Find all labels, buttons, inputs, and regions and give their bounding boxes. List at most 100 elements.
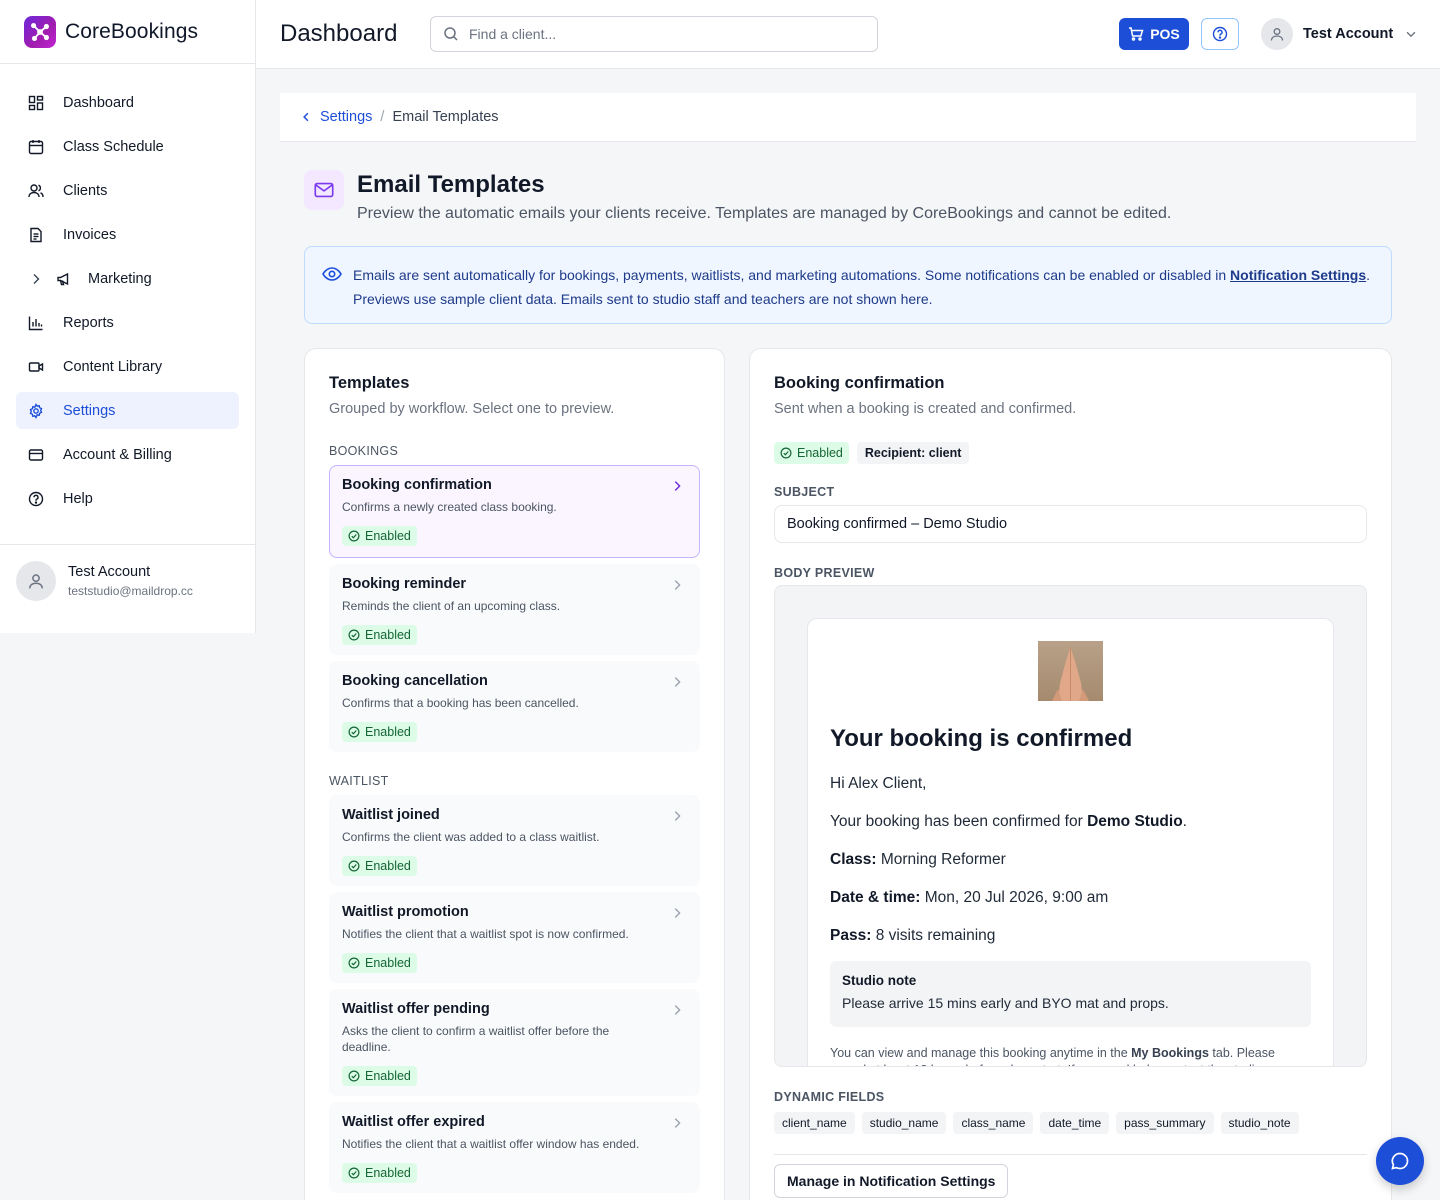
chevron-right-icon xyxy=(670,578,684,592)
check-circle-icon xyxy=(348,530,360,542)
sidebar-user[interactable]: Test Account teststudio@maildrop.cc xyxy=(0,544,255,617)
account-name: Test Account xyxy=(1303,26,1394,42)
credit-card-icon xyxy=(28,447,44,463)
template-item-waitlist-promotion[interactable]: Waitlist promotion Notifies the client t… xyxy=(329,892,700,983)
email-date-label: Date & time: xyxy=(830,889,921,906)
template-item-booking-confirmation[interactable]: Booking confirmation Confirms a newly cr… xyxy=(329,465,700,558)
status-badge: Enabled xyxy=(342,625,417,645)
help-button[interactable] xyxy=(1201,18,1239,50)
eye-icon xyxy=(322,266,342,282)
sidebar-item-invoices[interactable]: Invoices xyxy=(16,216,239,253)
sidebar-item-account-billing[interactable]: Account & Billing xyxy=(16,436,239,473)
email-pass-label: Pass: xyxy=(830,927,872,944)
sidebar-item-content-library[interactable]: Content Library xyxy=(16,348,239,385)
email-class-line: Class: Morning Reformer xyxy=(830,851,1311,869)
help-circle-icon xyxy=(28,491,44,507)
status-text: Enabled xyxy=(365,628,411,642)
manage-notification-settings-button[interactable]: Manage in Notification Settings xyxy=(774,1164,1009,1198)
check-circle-icon xyxy=(348,1167,360,1179)
chevron-right-icon xyxy=(670,479,684,493)
status-text: Enabled xyxy=(365,529,411,543)
field-chip: date_time xyxy=(1040,1112,1110,1134)
pos-button[interactable]: POS xyxy=(1119,18,1189,50)
section-subtitle: Preview the automatic emails your client… xyxy=(357,205,1172,222)
template-desc: Asks the client to confirm a waitlist of… xyxy=(342,1024,610,1054)
sidebar-item-label: Marketing xyxy=(88,270,152,287)
status-badge: Enabled xyxy=(774,442,849,464)
email-footer-text: You can view and manage this booking any… xyxy=(830,1045,1311,1066)
template-item-booking-cancellation[interactable]: Booking cancellation Confirms that a boo… xyxy=(329,661,700,752)
status-text: Enabled xyxy=(365,1166,411,1180)
sidebar-item-settings[interactable]: Settings xyxy=(16,392,239,429)
sidebar-item-class-schedule[interactable]: Class Schedule xyxy=(16,128,239,165)
video-icon xyxy=(28,359,44,375)
sidebar-item-clients[interactable]: Clients xyxy=(16,172,239,209)
email-card: Your booking is confirmed Hi Alex Client… xyxy=(807,618,1334,1066)
template-desc: Notifies the client that a waitlist spot… xyxy=(342,927,629,941)
template-desc: Confirms the client was added to a class… xyxy=(342,830,600,844)
section-title: Email Templates xyxy=(357,171,545,198)
check-circle-icon xyxy=(348,1070,360,1082)
brand-name: CoreBookings xyxy=(65,19,199,43)
chevron-right-icon[interactable] xyxy=(28,271,44,287)
breadcrumb-parent[interactable]: Settings xyxy=(320,109,372,125)
status-badge: Enabled xyxy=(342,1066,417,1086)
sidebar: CoreBookings Dashboard Class Schedule Cl… xyxy=(0,0,256,633)
account-menu[interactable]: Test Account xyxy=(1261,18,1418,50)
search-input[interactable] xyxy=(469,26,849,42)
email-heading: Your booking is confirmed xyxy=(830,725,1133,752)
template-item-waitlist-offer-expired[interactable]: Waitlist offer expired Notifies the clie… xyxy=(329,1102,700,1193)
notification-settings-link[interactable]: Notification Settings xyxy=(1230,267,1366,283)
template-name: Waitlist offer pending xyxy=(342,1001,490,1017)
field-chip: studio_note xyxy=(1220,1112,1299,1134)
email-class-value: Morning Reformer xyxy=(880,851,1006,868)
dynamic-fields: client_name studio_name class_name date_… xyxy=(774,1112,1367,1134)
template-item-booking-reminder[interactable]: Booking reminder Reminds the client of a… xyxy=(329,564,700,655)
breadcrumb-back-link[interactable]: Settings xyxy=(300,109,372,125)
subject-label: SUBJECT xyxy=(774,485,835,499)
check-circle-icon xyxy=(348,957,360,969)
sidebar-item-reports[interactable]: Reports xyxy=(16,304,239,341)
email-footer-pre: You can view and manage this booking any… xyxy=(830,1046,1132,1060)
email-pass-value: 8 visits remaining xyxy=(875,927,996,944)
sidebar-item-label: Reports xyxy=(63,314,114,331)
status-text: Enabled xyxy=(365,859,411,873)
studio-note-title: Studio note xyxy=(842,973,917,988)
breadcrumb-current: Email Templates xyxy=(392,109,499,125)
sidebar-item-help[interactable]: Help xyxy=(16,480,239,517)
field-chip: class_name xyxy=(953,1112,1034,1134)
template-desc: Reminds the client of an upcoming class. xyxy=(342,599,561,613)
body-preview-frame[interactable]: Your booking is confirmed Hi Alex Client… xyxy=(774,585,1367,1067)
email-intro: Your booking has been confirmed for Demo… xyxy=(830,813,1311,831)
sidebar-item-marketing[interactable]: Marketing xyxy=(16,260,239,297)
template-item-waitlist-joined[interactable]: Waitlist joined Confirms the client was … xyxy=(329,795,700,886)
chevron-left-icon xyxy=(300,111,312,123)
status-badge: Enabled xyxy=(342,1163,417,1183)
bar-chart-icon xyxy=(28,315,44,331)
sidebar-user-name: Test Account xyxy=(68,564,151,580)
sidebar-user-email: teststudio@maildrop.cc xyxy=(68,584,193,598)
search-box[interactable] xyxy=(430,16,878,52)
breadcrumb-separator: / xyxy=(380,109,385,125)
status-badge: Enabled xyxy=(342,526,417,546)
notice-line-1: Emails are sent automatically for bookin… xyxy=(353,263,1373,287)
gear-icon xyxy=(28,402,44,419)
field-chip: studio_name xyxy=(861,1112,947,1134)
sidebar-item-dashboard[interactable]: Dashboard xyxy=(16,84,239,121)
breadcrumb: Settings / Email Templates xyxy=(280,93,1416,142)
email-pass-line: Pass: 8 visits remaining xyxy=(830,927,1311,945)
status-badge: Enabled xyxy=(342,953,417,973)
chat-button[interactable] xyxy=(1376,1137,1424,1185)
email-class-label: Class: xyxy=(830,851,877,868)
check-circle-icon xyxy=(348,726,360,738)
template-item-waitlist-offer-pending[interactable]: Waitlist offer pending Asks the client t… xyxy=(329,989,700,1096)
template-name: Waitlist offer expired xyxy=(342,1114,485,1130)
sidebar-item-label: Account & Billing xyxy=(63,446,172,463)
megaphone-icon xyxy=(56,271,72,287)
template-desc: Confirms that a booking has been cancell… xyxy=(342,696,579,710)
users-icon xyxy=(28,183,44,199)
brand[interactable]: CoreBookings xyxy=(0,0,255,64)
notice-line-2: Previews use sample client data. Emails … xyxy=(353,291,933,307)
info-notice: Emails are sent automatically for bookin… xyxy=(304,246,1392,324)
email-date-value: Mon, 20 Jul 2026, 9:00 am xyxy=(924,889,1109,906)
